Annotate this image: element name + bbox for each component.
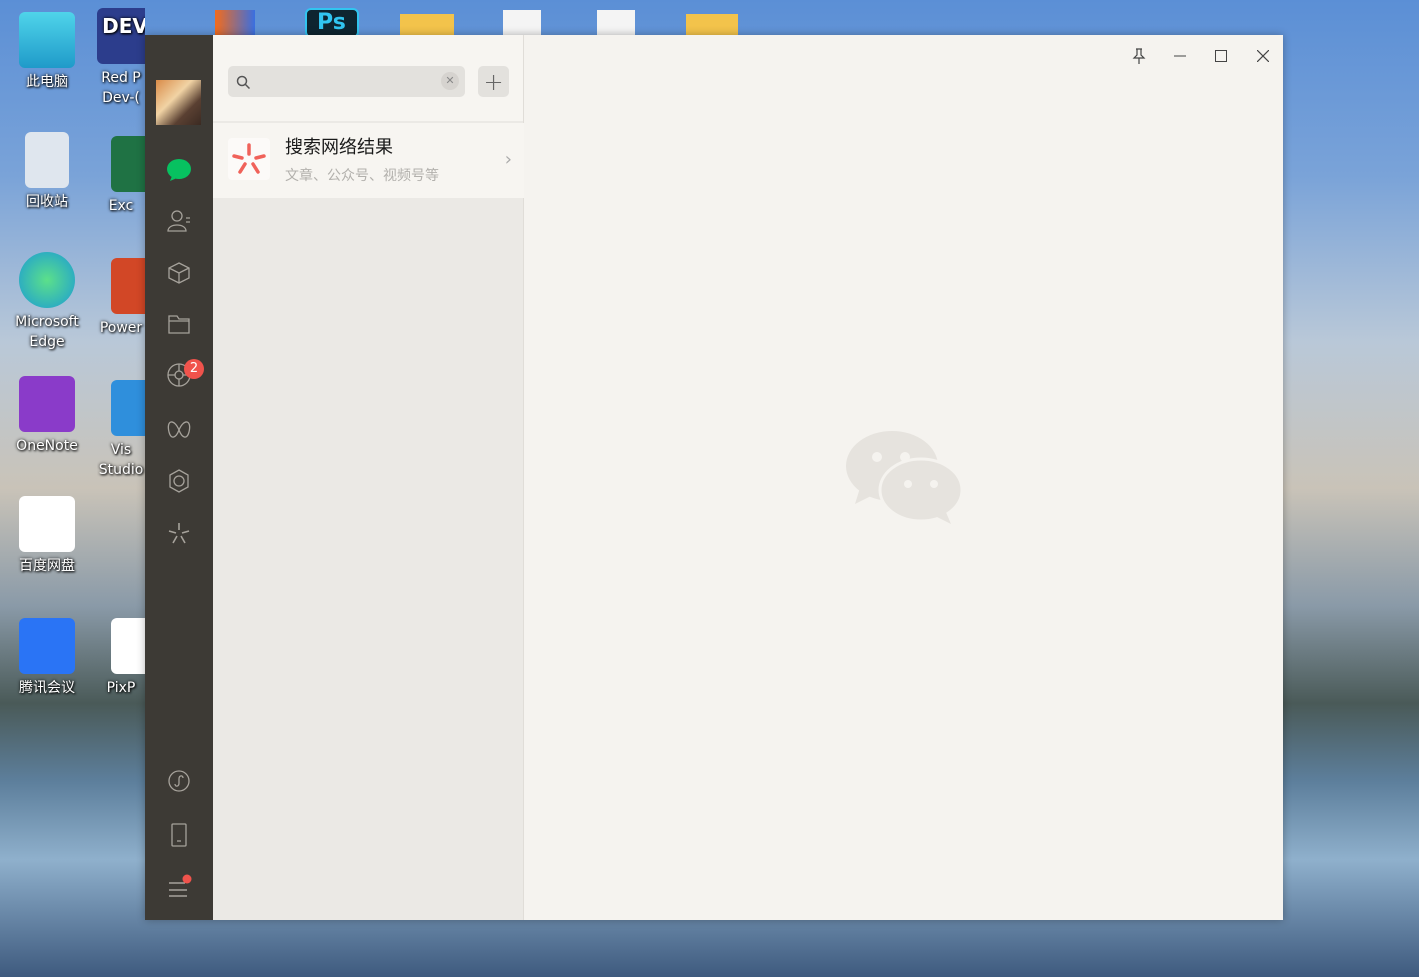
minimize-button[interactable] [1165,41,1195,71]
folder-icon[interactable] [686,14,738,35]
mini-program-link-icon [168,770,190,792]
desktop-icon-label: 回收站 [26,194,68,210]
search-web-result[interactable]: 搜索网络结果 文章、公众号、视频号等 › [213,123,524,198]
menu-icon [169,874,192,897]
channels-icon [167,421,191,438]
excel-icon [111,136,145,192]
dev-icon: DEV [97,8,145,64]
pixpin-icon [111,618,145,674]
search-input[interactable]: ✕ [228,66,465,97]
folder-icon [168,315,190,334]
desktop-icon-this-pc[interactable]: 此电脑 [2,12,92,92]
desktop-icon-label: 此电脑 [26,74,68,90]
photoshop-icon-text: Ps [317,10,346,35]
edge-icon [19,252,75,308]
folder-icon[interactable] [400,14,454,35]
chat-icon [167,159,191,181]
tencent-meeting-icon [19,618,75,674]
plus-icon: + [483,67,504,96]
sidebar-item-contacts[interactable] [164,206,194,236]
search-panel: ✕ + 搜索网络结果 文章、公众号、视频号等 › [213,35,524,920]
sidebar-item-favorites[interactable] [164,258,194,288]
baidu-netdisk-icon [19,496,75,552]
search-icon [236,75,250,89]
sidebar-menu[interactable] [164,871,194,901]
close-button[interactable] [1248,41,1278,71]
add-button[interactable]: + [478,66,509,97]
desktop-icon-label: OneNote [16,438,78,454]
pin-button[interactable] [1124,41,1154,71]
desktop-icon-label: Power [99,320,143,336]
sidebar-item-chats[interactable] [164,155,194,185]
desktop-icon-edge[interactable]: Microsoft Edge [2,252,92,352]
document-icon[interactable] [503,10,541,35]
desktop-icon-label: Vis Studio [98,442,144,478]
wechat-window: 2 ✕ + 搜索网络结果 文章、公众号、视频号等 › [145,35,1283,920]
search-spark-icon [168,523,190,544]
dev-icon-text: DEV [102,14,145,38]
chevron-right-icon: › [504,149,512,170]
monitor-icon [19,12,75,68]
onenote-icon [19,376,75,432]
search-spark-icon [228,138,270,180]
avatar[interactable] [156,80,201,125]
sidebar-item-files[interactable] [164,309,194,339]
document-icon[interactable] [597,10,635,35]
desktop-icon-vscode[interactable]: Vis Studio [97,380,145,480]
desktop-icon-tencent-meeting[interactable]: 腾讯会议 [2,618,92,698]
desktop-icon-pixpin[interactable]: PixP [97,618,145,698]
desktop-icon-onenote[interactable]: OneNote [2,376,92,456]
sidebar-mini-program-panel[interactable] [164,766,194,796]
photoshop-icon[interactable]: Ps [305,8,359,38]
desktop-icon-label: 腾讯会议 [19,680,75,696]
app-icon[interactable] [215,10,255,35]
desktop-icon-excel[interactable]: Exc [97,136,145,216]
clear-search-button[interactable]: ✕ [441,72,459,90]
result-title: 搜索网络结果 [285,137,393,158]
sidebar-item-search[interactable] [164,518,194,548]
maximize-icon [1215,50,1227,62]
desktop-icon-label: Red P Dev-( [101,70,141,106]
desktop-icon-label: 百度网盘 [19,558,75,574]
desktop-icon-recycle-bin[interactable]: 回收站 [2,132,92,212]
mini-programs-icon [169,469,189,493]
desktop-icon-label: PixP [106,680,136,696]
recycle-bin-icon [25,132,69,188]
contacts-icon [167,210,190,232]
desktop-icon-baidu-netdisk[interactable]: 百度网盘 [2,496,92,576]
result-subtitle: 文章、公众号、视频号等 [285,168,439,184]
sidebar-item-mini-programs[interactable] [164,466,194,496]
cube-icon [168,262,190,284]
search-header: ✕ + [213,35,523,121]
sidebar-phone[interactable] [164,820,194,850]
phone-icon [171,823,187,847]
desktop-icon-label: Microsoft Edge [15,314,79,350]
close-icon: ✕ [445,74,455,87]
sidebar: 2 [145,35,213,920]
maximize-button[interactable] [1206,41,1236,71]
minimize-icon [1174,55,1186,57]
moments-badge: 2 [184,359,204,379]
vscode-icon [111,380,145,436]
desktop-icon-dev[interactable]: DEV Red P Dev-( [97,8,145,108]
close-icon [1257,50,1269,62]
powerpoint-icon [111,258,145,314]
pin-icon [1132,48,1146,64]
desktop-icon-powerpoint[interactable]: Power [97,258,145,338]
sidebar-item-channels[interactable] [164,415,194,445]
wechat-logo-icon [846,431,963,524]
desktop-icon-label: Exc [108,198,134,214]
